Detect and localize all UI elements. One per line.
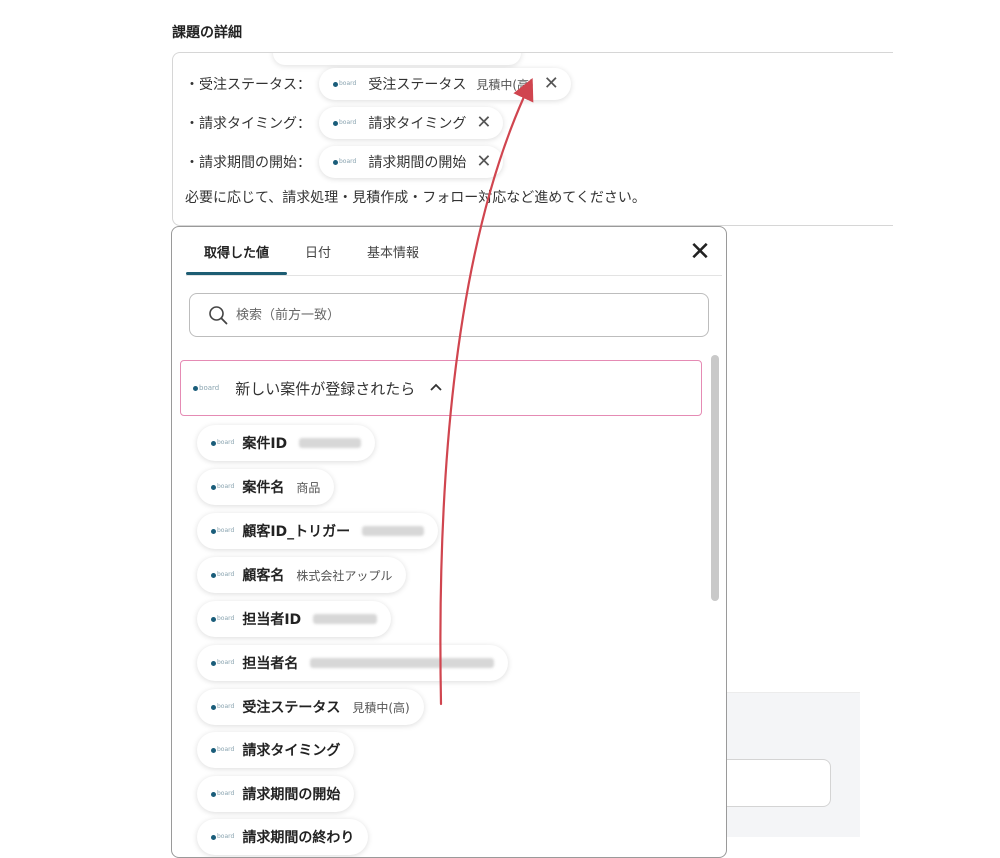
item-name: 受注ステータス [242,700,341,716]
variable-item[interactable]: board 案件ID [197,425,376,461]
search-input[interactable] [234,306,678,324]
background-input[interactable] [726,759,831,807]
redacted-value [362,526,425,536]
board-logo-icon: board [211,704,234,710]
item-value: 商品 [296,480,321,495]
variable-item[interactable]: board 顧客ID_トリガー [197,513,439,549]
board-logo-icon: board [211,660,234,666]
board-logo-icon: board [211,528,234,534]
board-logo-icon: board [211,572,234,578]
pill-label: 請求タイミング [368,116,467,132]
item-name: 請求期間の開始 [242,787,341,803]
detail-line: ・請求期間の開始： board 請求期間の開始 ✕ [185,144,504,180]
search-icon [209,306,228,325]
line-label: ・請求期間の開始： [185,155,311,171]
variable-pill-order-status[interactable]: board 受注ステータス 見積中(高) ✕ [319,68,571,100]
tabs-divider [186,275,722,276]
redacted-value [299,438,362,448]
variable-picker-popup: 取得した値 日付 基本情報 ✕ board 新しい案件が登録されたら board… [171,226,727,858]
search-field[interactable] [189,293,709,337]
detail-textarea[interactable]: ・受注ステータス： board 受注ステータス 見積中(高) ✕ ・請求タイミン… [172,52,893,226]
pill-value: 見積中(高) [476,77,534,92]
chevron-up-icon[interactable] [429,381,443,396]
board-logo-icon: board [211,484,234,490]
remove-icon[interactable]: ✕ [476,114,491,132]
board-logo-icon: board [211,791,234,797]
item-name: 顧客名 [242,568,285,584]
item-name: 請求期間の終わり [242,830,355,846]
variable-item[interactable]: board 請求期間の開始 [197,776,355,812]
board-logo-icon: board [211,440,234,446]
redacted-value [310,658,495,668]
variable-item[interactable]: board 担当者ID [197,601,392,637]
tab-basic-info[interactable]: 基本情報 [349,227,437,275]
group-title: 新しい案件が登録されたら [235,379,416,398]
item-name: 担当者ID [242,612,302,628]
board-logo-icon: board [211,834,234,840]
line-label: ・受注ステータス： [185,77,311,93]
line-label: ・請求タイミング： [185,116,311,132]
remove-icon[interactable]: ✕ [544,75,559,93]
item-value: 株式会社アップル [296,568,393,583]
detail-line: ・請求タイミング： board 請求タイミング ✕ [185,105,504,141]
scrollbar[interactable] [710,355,720,857]
tab-retrieved-values[interactable]: 取得した値 [186,227,288,275]
section-title: 課題の詳細 [172,25,242,41]
board-logo-icon: board [211,747,234,753]
detail-line: ・受注ステータス： board 受注ステータス 見積中(高) ✕ [185,66,571,102]
variable-item-order-status[interactable]: board 受注ステータス 見積中(高) [197,689,424,725]
item-name: 顧客ID_トリガー [242,524,351,540]
redacted-value [313,614,378,624]
scrollbar-thumb[interactable] [711,355,719,601]
board-logo-icon: board [193,384,219,392]
variable-pill-billing-timing[interactable]: board 請求タイミング ✕ [319,107,504,139]
variable-pill[interactable] [273,53,521,65]
variable-item[interactable]: board 請求タイミング [197,732,355,768]
board-logo-icon: board [333,159,356,165]
pill-label: 請求期間の開始 [368,155,467,171]
remove-icon[interactable]: ✕ [476,153,491,171]
tab-date[interactable]: 日付 [287,227,349,275]
note-text: 必要に応じて、請求処理・見積作成・フォロー対応など進めてください。 [185,190,646,206]
item-name: 案件名 [242,480,285,496]
variable-item[interactable]: board 案件名 商品 [197,469,335,505]
variable-item[interactable]: board 担当者名 [197,645,509,681]
board-logo-icon: board [333,120,356,126]
tab-bar: 取得した値 日付 基本情報 [186,227,437,275]
board-logo-icon: board [333,81,356,87]
item-name: 請求タイミング [242,743,341,759]
variable-item[interactable]: board 顧客名 株式会社アップル [197,557,407,593]
pill-label: 受注ステータス [368,77,467,93]
trigger-group-header[interactable]: board 新しい案件が登録されたら [180,360,702,416]
item-value: 見積中(高) [352,700,410,715]
board-logo-icon: board [211,616,234,622]
close-icon[interactable]: ✕ [688,239,712,265]
item-name: 担当者名 [242,656,299,672]
item-name: 案件ID [242,436,288,452]
variable-item[interactable]: board 請求期間の終わり [197,819,369,855]
variable-pill-billing-start[interactable]: board 請求期間の開始 ✕ [319,146,504,178]
